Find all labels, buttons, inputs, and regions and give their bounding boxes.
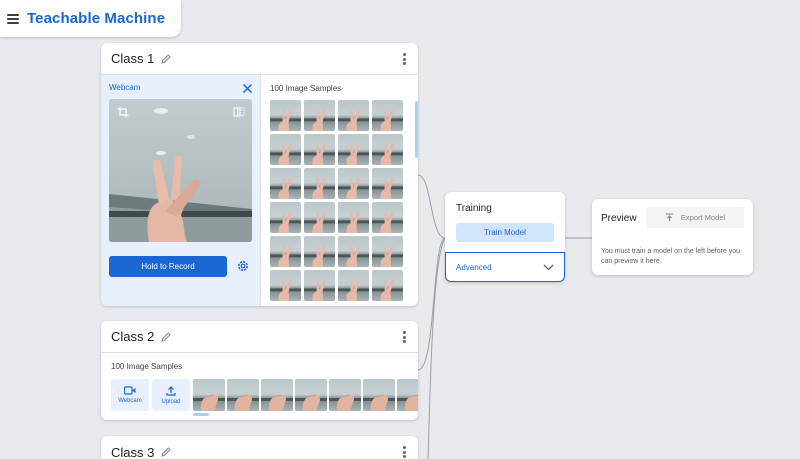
sample-thumbnail[interactable] [372, 134, 403, 165]
upload-button[interactable]: Upload [152, 379, 190, 411]
app-header: Teachable Machine [0, 0, 181, 37]
preview-card: Preview Export Model You must train a mo… [592, 199, 753, 275]
sample-thumbnail-row [193, 379, 418, 411]
sample-thumbnail[interactable] [397, 379, 418, 411]
upload-button-label: Upload [161, 398, 181, 405]
class-1-samples-panel: 100 Image Samples [260, 75, 418, 306]
webcam-frame-image [109, 99, 252, 242]
sample-thumbnail[interactable] [270, 270, 301, 301]
sample-thumbnail[interactable] [338, 236, 369, 267]
upload-icon [166, 385, 176, 396]
hamburger-menu-icon[interactable] [7, 13, 19, 24]
hold-to-record-button[interactable]: Hold to Record [109, 256, 227, 277]
crop-icon[interactable] [117, 106, 129, 118]
advanced-label: Advanced [456, 262, 492, 272]
sample-thumbnail[interactable] [338, 270, 369, 301]
advanced-toggle[interactable]: Advanced [445, 252, 565, 282]
sample-thumbnail[interactable] [372, 100, 403, 131]
webcam-panel: Webcam Hold to Record [101, 75, 260, 306]
class-card-1: Class 1 Webcam Hold to Record 100 Image … [101, 43, 418, 306]
horizontal-scrollbar[interactable] [193, 413, 209, 416]
class-card-header: Class 1 [101, 43, 418, 75]
sample-thumbnail[interactable] [227, 379, 259, 411]
sample-thumbnail[interactable] [363, 379, 395, 411]
sample-thumbnail[interactable] [372, 168, 403, 199]
class-title[interactable]: Class 2 [111, 329, 154, 344]
scrollbar[interactable] [415, 101, 418, 158]
webcam-label: Webcam [109, 83, 141, 92]
class-card-3: Class 3 [101, 436, 418, 459]
sample-thumbnail[interactable] [270, 134, 301, 165]
close-icon[interactable] [242, 83, 253, 94]
more-options-icon[interactable] [402, 331, 406, 343]
export-model-button[interactable]: Export Model [646, 207, 744, 228]
more-options-icon[interactable] [402, 53, 406, 65]
export-model-label: Export Model [680, 213, 726, 222]
sample-thumbnail[interactable] [372, 236, 403, 267]
sample-thumbnail-grid [270, 100, 405, 301]
chevron-down-icon [543, 264, 554, 271]
more-options-icon[interactable] [402, 446, 406, 458]
class-card-2: Class 2 100 Image Samples Webcam Upload [101, 321, 418, 420]
sample-thumbnail[interactable] [295, 379, 327, 411]
sample-thumbnail[interactable] [304, 270, 335, 301]
preview-title: Preview [601, 213, 637, 224]
sample-thumbnail[interactable] [193, 379, 225, 411]
class-card-header: Class 2 [101, 321, 418, 353]
sample-thumbnail[interactable] [338, 134, 369, 165]
sample-thumbnail[interactable] [304, 168, 335, 199]
flip-icon[interactable] [233, 106, 245, 118]
sample-count-label: 100 Image Samples [111, 362, 183, 371]
class-title[interactable]: Class 3 [111, 445, 154, 459]
webcam-button[interactable]: Webcam [111, 379, 149, 411]
train-model-button[interactable]: Train Model [456, 223, 554, 242]
sample-thumbnail[interactable] [304, 100, 335, 131]
sample-thumbnail[interactable] [338, 168, 369, 199]
sample-thumbnail[interactable] [261, 379, 293, 411]
video-camera-icon [124, 386, 136, 395]
sample-thumbnail[interactable] [270, 236, 301, 267]
sample-thumbnail[interactable] [304, 236, 335, 267]
pencil-icon[interactable] [160, 53, 172, 65]
sample-thumbnail[interactable] [338, 202, 369, 233]
sample-count-label: 100 Image Samples [270, 84, 342, 93]
sample-thumbnail[interactable] [372, 270, 403, 301]
webcam-preview [109, 99, 252, 242]
sample-thumbnail[interactable] [304, 134, 335, 165]
training-card: Training Train Model Advanced [445, 192, 565, 282]
training-title: Training [456, 203, 492, 214]
pencil-icon[interactable] [160, 331, 172, 343]
sample-thumbnail[interactable] [270, 202, 301, 233]
class-title[interactable]: Class 1 [111, 51, 154, 66]
webcam-button-label: Webcam [118, 398, 142, 404]
sample-thumbnail[interactable] [372, 202, 403, 233]
sample-thumbnail[interactable] [304, 202, 335, 233]
preview-message: You must train a model on the left befor… [601, 248, 741, 265]
gear-icon[interactable] [236, 259, 250, 273]
app-title[interactable]: Teachable Machine [27, 10, 165, 27]
class-card-header: Class 3 [101, 436, 418, 459]
pencil-icon[interactable] [160, 446, 172, 458]
sample-thumbnail[interactable] [270, 168, 301, 199]
export-icon [665, 213, 673, 221]
sample-thumbnail[interactable] [338, 100, 369, 131]
sample-thumbnail[interactable] [329, 379, 361, 411]
sample-thumbnail[interactable] [270, 100, 301, 131]
